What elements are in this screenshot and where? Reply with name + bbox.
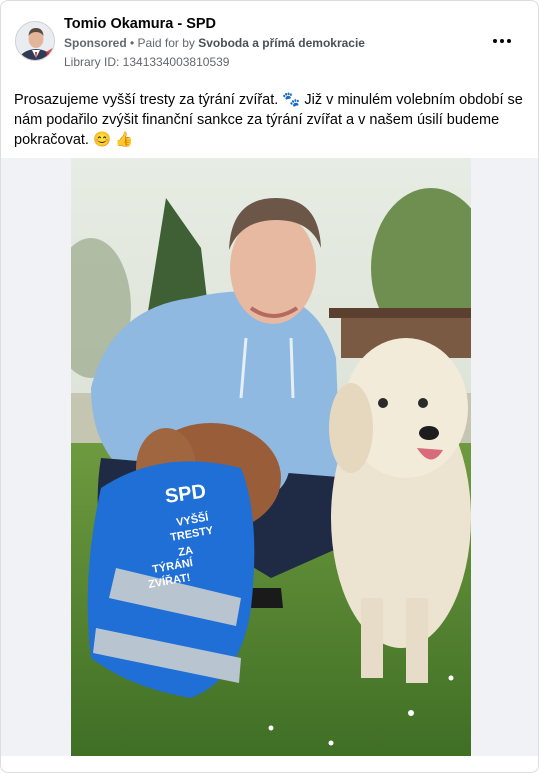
ad-header: Tomio Okamura - SPD Sponsored • Paid for… bbox=[13, 13, 526, 73]
ad-body-text: Prosazujeme vyšší tresty za týrání zvířa… bbox=[14, 92, 523, 148]
more-options-icon[interactable] bbox=[488, 31, 516, 51]
ad-card: Tomio Okamura - SPD Sponsored • Paid for… bbox=[0, 0, 539, 773]
paid-for-prefix: Paid for by bbox=[137, 36, 199, 50]
avatar[interactable] bbox=[15, 21, 55, 61]
photo-illustration: SPD VYŠŠÍ TRESTY ZA TÝRÁNÍ ZVÍŘAT! bbox=[71, 158, 471, 756]
ad-photo[interactable]: SPD VYŠŠÍ TRESTY ZA TÝRÁNÍ ZVÍŘAT! bbox=[71, 158, 471, 756]
payer-link[interactable]: Svoboda a přímá demokracie bbox=[198, 36, 365, 50]
ad-media[interactable]: SPD VYŠŠÍ TRESTY ZA TÝRÁNÍ ZVÍŘAT! bbox=[1, 158, 538, 756]
library-id: Library ID: 1341334003810539 bbox=[64, 55, 230, 69]
profile-avatar-image bbox=[16, 22, 54, 60]
ad-meta: Sponsored • Paid for by Svoboda a přímá … bbox=[64, 36, 365, 50]
sponsored-label: Sponsored bbox=[64, 36, 127, 50]
meta-separator: • bbox=[126, 36, 138, 50]
page-name[interactable]: Tomio Okamura - SPD bbox=[64, 16, 216, 32]
